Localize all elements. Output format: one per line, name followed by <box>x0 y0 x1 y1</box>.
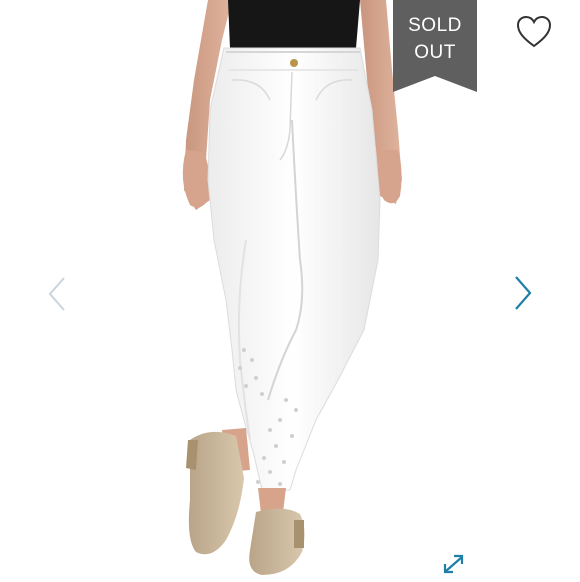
next-image-button[interactable] <box>512 274 534 312</box>
heart-outline-icon <box>516 15 552 48</box>
product-photo <box>182 0 402 575</box>
chevron-left-icon <box>48 277 65 311</box>
sold-out-badge: SOLD OUT <box>393 0 477 92</box>
chevron-right-icon <box>515 276 532 310</box>
fullscreen-button[interactable] <box>440 551 468 577</box>
favorite-button[interactable] <box>515 14 553 50</box>
product-image-viewer: SOLD OUT <box>0 0 580 579</box>
expand-arrows-icon <box>443 554 464 574</box>
sold-out-line-2: OUT <box>414 42 456 63</box>
sold-out-line-1: SOLD <box>408 15 462 36</box>
previous-image-button[interactable] <box>46 275 68 313</box>
